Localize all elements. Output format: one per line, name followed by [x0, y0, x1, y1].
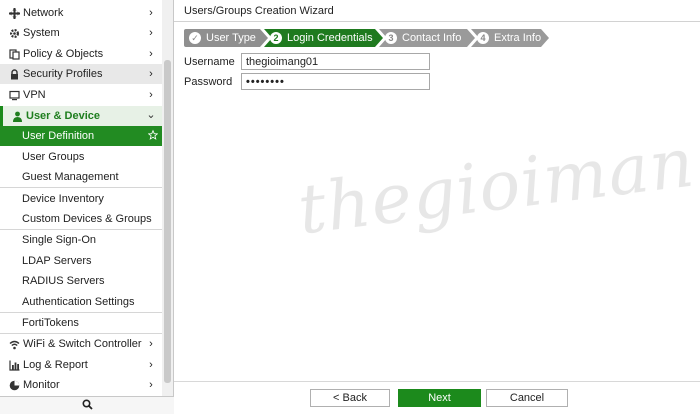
sidebar-item-label: FortiTokens — [22, 317, 79, 329]
sidebar-item-label: Custom Devices & Groups — [22, 213, 152, 225]
step-login-credentials[interactable]: 2 Login Credentials — [264, 29, 383, 47]
sidebar-item-label: Security Profiles — [23, 68, 103, 80]
sidebar-item-policy-objects[interactable]: Policy & Objects › — [0, 44, 162, 64]
chevron-right-icon: › — [149, 89, 153, 101]
chevron-right-icon: › — [149, 68, 153, 80]
sidebar-item-guest-management[interactable]: Guest Management — [0, 167, 162, 187]
sidebar-item-label: Network — [23, 7, 64, 19]
back-button[interactable]: < Back — [310, 389, 390, 407]
main-panel: Users/Groups Creation Wizard ✓ User Type… — [174, 0, 700, 414]
gear-icon — [8, 27, 20, 39]
page-title: Users/Groups Creation Wizard — [174, 0, 700, 22]
chevron-down-icon: ⌄ — [146, 108, 156, 121]
sidebar-item-device-inventory[interactable]: Device Inventory — [0, 189, 162, 209]
sidebar-item-label: Policy & Objects — [23, 48, 104, 60]
sidebar-item-label: WiFi & Switch Controller — [23, 338, 142, 350]
sidebar-item-security-profiles[interactable]: Security Profiles › — [0, 64, 162, 84]
sidebar-item-label: Guest Management — [22, 171, 119, 183]
sidebar-item-label: User & Device — [26, 110, 100, 122]
star-icon[interactable] — [148, 129, 158, 141]
policy-icon — [8, 48, 20, 60]
sidebar-item-label: LDAP Servers — [22, 255, 92, 267]
search-icon[interactable] — [81, 398, 93, 413]
sidebar-item-label: Log & Report — [23, 359, 88, 371]
step-label: Contact Info — [402, 32, 462, 44]
username-label: Username — [184, 55, 235, 68]
sidebar-item-user-groups[interactable]: User Groups — [0, 147, 162, 167]
chevron-right-icon: › — [149, 379, 153, 391]
next-button[interactable]: Next — [398, 389, 481, 407]
sidebar-item-ldap-servers[interactable]: LDAP Servers — [0, 251, 162, 271]
chevron-right-icon: › — [149, 359, 153, 371]
sidebar-item-wifi-switch-controller[interactable]: WiFi & Switch Controller › — [0, 334, 162, 354]
sidebar-scrollbar-thumb[interactable] — [164, 60, 171, 383]
password-field[interactable]: •••••••• — [241, 73, 430, 90]
pie-icon — [8, 379, 20, 391]
sidebar-item-vpn[interactable]: VPN › — [0, 85, 162, 105]
sidebar-item-log-report[interactable]: Log & Report › — [0, 355, 162, 375]
sidebar-item-system[interactable]: System › — [0, 23, 162, 43]
wizard-footer: < Back Next Cancel — [174, 381, 700, 414]
sidebar-item-label: Monitor — [23, 379, 60, 391]
username-field[interactable]: thegioimang01 — [241, 53, 430, 70]
sidebar-item-label: User Groups — [22, 151, 85, 163]
divider — [0, 187, 162, 188]
sidebar-item-radius-servers[interactable]: RADIUS Servers — [0, 271, 162, 291]
username-row: Username thegioimang01 — [184, 53, 430, 70]
step-number: 2 — [270, 32, 282, 44]
sidebar-item-authentication-settings[interactable]: Authentication Settings — [0, 292, 162, 312]
sidebar-item-single-sign-on[interactable]: Single Sign-On — [0, 230, 162, 250]
step-user-type[interactable]: ✓ User Type — [184, 29, 268, 47]
lock-icon — [8, 68, 20, 80]
chevron-right-icon: › — [149, 27, 153, 39]
chevron-right-icon: › — [149, 48, 153, 60]
sidebar-item-custom-devices-groups[interactable]: Custom Devices & Groups — [0, 209, 162, 229]
sidebar-item-network[interactable]: Network › — [0, 3, 162, 23]
sidebar-item-label: User Definition — [22, 130, 95, 142]
sidebar-item-label: Authentication Settings — [22, 296, 135, 308]
wifi-icon — [8, 338, 20, 350]
check-icon: ✓ — [189, 32, 201, 44]
sidebar: Network › System › Policy & Objects › Se… — [0, 0, 174, 414]
step-label: Extra Info — [494, 32, 542, 44]
monitor-icon — [8, 89, 20, 101]
password-row: Password •••••••• — [184, 73, 430, 90]
step-label: Login Credentials — [287, 32, 373, 44]
sidebar-item-monitor[interactable]: Monitor › — [0, 375, 162, 395]
sidebar-item-label: System — [23, 27, 60, 39]
sidebar-item-label: RADIUS Servers — [22, 275, 105, 287]
chevron-right-icon: › — [149, 338, 153, 350]
sidebar-item-user-device[interactable]: User & Device ⌄ — [0, 106, 162, 126]
network-icon — [8, 7, 20, 19]
step-extra-info[interactable]: 4 Extra Info — [471, 29, 549, 47]
user-icon — [11, 110, 23, 122]
watermark: thegioimang.vn — [294, 105, 700, 251]
step-label: User Type — [206, 32, 256, 44]
password-label: Password — [184, 75, 233, 88]
sidebar-item-fortitokens[interactable]: FortiTokens — [0, 313, 162, 333]
sidebar-item-user-definition[interactable]: User Definition — [0, 126, 162, 146]
sidebar-item-label: VPN — [23, 89, 46, 101]
nav-menu: Network › System › Policy & Objects › Se… — [0, 0, 162, 397]
step-number: 3 — [385, 32, 397, 44]
chevron-right-icon: › — [149, 7, 153, 19]
step-number: 4 — [477, 32, 489, 44]
chart-icon — [8, 359, 20, 371]
sidebar-search[interactable] — [0, 396, 174, 414]
cancel-button[interactable]: Cancel — [486, 389, 568, 407]
step-contact-info[interactable]: 3 Contact Info — [379, 29, 475, 47]
sidebar-item-label: Single Sign-On — [22, 234, 96, 246]
sidebar-item-label: Device Inventory — [22, 193, 104, 205]
